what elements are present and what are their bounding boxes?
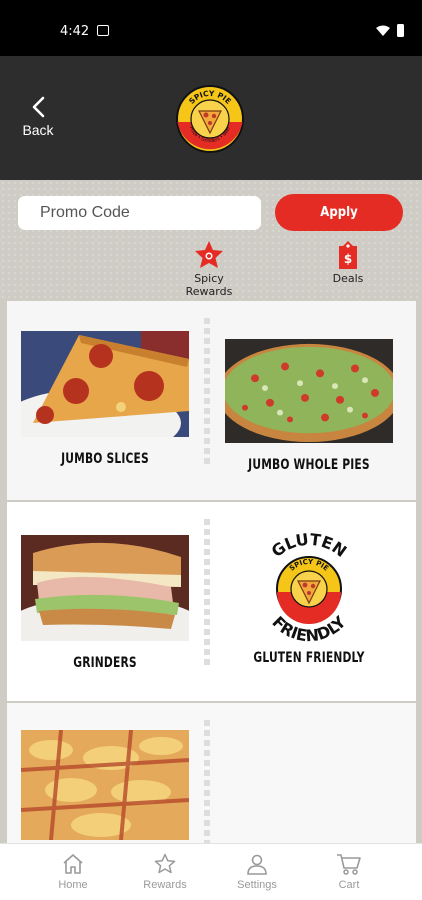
menu-item-gluten-friendly[interactable]: GLUTEN SPICY PIE FRIENDLY GLUTEN FRIENDL… [225,532,393,666]
nav-settings-label: Settings [237,879,277,891]
menu-grid: JUMBO SLICES JUMBO WHOLE PIES GRINDERS G… [0,298,422,843]
notification-icon [97,25,109,36]
nav-rewards-label: Rewards [143,879,187,891]
person-icon [247,854,267,875]
status-time: 4:42 [60,24,90,39]
menu-row [7,703,416,843]
chevron-left-icon [32,96,45,118]
nav-rewards[interactable]: Rewards [135,852,195,891]
battery-icon [397,24,404,37]
back-label: Back [22,122,54,138]
nav-cart-label: Cart [338,879,360,891]
svg-text:$: $ [344,252,352,266]
whole-pizza-photo [225,339,393,443]
nav-cart[interactable]: Cart [319,852,379,891]
star-icon [154,853,176,874]
price-tag-icon: $ [339,241,357,269]
nav-home-label: Home [58,879,88,891]
nav-settings[interactable]: Settings [227,852,287,891]
star-badge-icon [195,241,223,268]
promo-area: Apply Spicy Rewards $ Deals [0,180,422,298]
menu-row: JUMBO SLICES JUMBO WHOLE PIES [7,301,416,500]
deals-label: Deals [332,272,364,285]
home-icon [63,854,83,874]
cart-icon [337,854,361,875]
promo-code-input[interactable] [18,196,261,230]
wifi-icon [376,25,390,36]
menu-item-jumbo-slices[interactable]: JUMBO SLICES [21,331,189,467]
app-header: Back SPICY PIE Pizza • Grinders • Beer [0,56,422,180]
menu-item-jumbo-whole-pies[interactable]: JUMBO WHOLE PIES [225,339,393,473]
menu-row: GRINDERS GLUTEN SPICY PIE FRIENDLY GLUTE… [7,502,416,701]
menu-item-label: JUMBO WHOLE PIES [248,457,370,473]
gluten-friendly-logo: GLUTEN SPICY PIE FRIENDLY [268,532,350,644]
dotted-divider [204,720,210,843]
apply-button[interactable]: Apply [275,194,403,231]
grinder-sandwich-photo [21,535,189,641]
cheese-bread-photo [21,730,189,840]
back-button[interactable]: Back [18,96,58,146]
menu-item-label: GRINDERS [73,655,137,671]
bottom-nav: Home Rewards Settings Cart [0,843,422,900]
menu-item-label: GLUTEN FRIENDLY [253,650,365,666]
pepperoni-slice-photo [21,331,189,437]
menu-item-grinders[interactable]: GRINDERS [21,535,189,671]
spicy-rewards-label: Spicy Rewards [185,272,233,298]
menu-item-cheese-bread[interactable] [21,730,189,843]
dotted-divider [204,318,210,468]
nav-home[interactable]: Home [43,852,103,891]
status-bar: 4:42 [0,0,422,56]
deals-link[interactable]: $ Deals [320,240,376,285]
spicy-rewards-link[interactable]: Spicy Rewards [170,240,248,298]
dotted-divider [204,519,210,669]
spicy-pie-logo: SPICY PIE Pizza • Grinders • Beer [176,85,244,153]
menu-item-label: JUMBO SLICES [61,451,149,467]
